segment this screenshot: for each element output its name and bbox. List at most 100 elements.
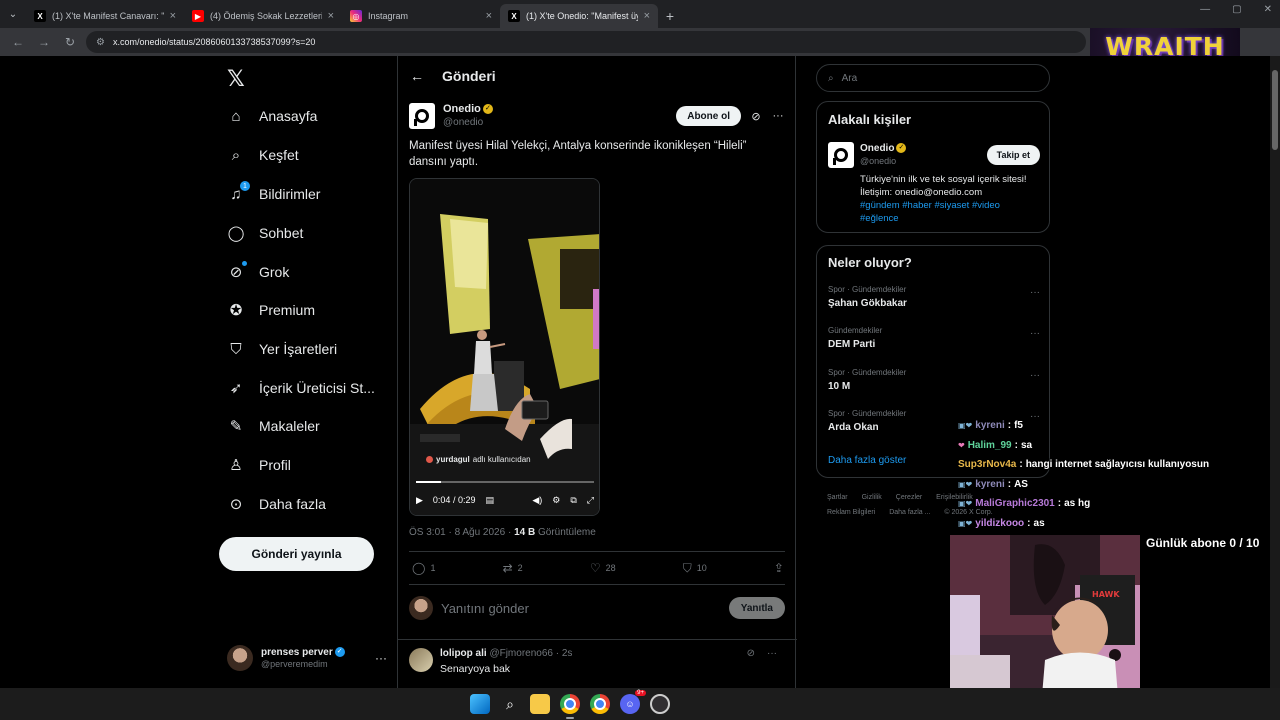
trend-item[interactable]: Spor · Gündemdekiler Şahan Gökbakar ··· <box>828 285 1040 313</box>
video-progress-bar[interactable] <box>416 481 594 483</box>
reply-input[interactable]: Yanıtını gönder <box>441 601 721 616</box>
tab-search-button[interactable]: ⌄ <box>0 0 26 28</box>
url-input[interactable]: ⚙ x.com/onedio/status/208606013373853709… <box>86 31 1086 53</box>
file-explorer-icon[interactable] <box>530 694 550 714</box>
account-switcher[interactable]: prenses perver ✓ @perveremedim ··· <box>227 642 387 674</box>
close-window-icon[interactable]: ✕ <box>1264 4 1272 15</box>
nav-item-premium[interactable]: ✪ Premium <box>227 296 315 324</box>
play-icon[interactable]: ▶ <box>416 495 423 506</box>
reply-action[interactable]: ◯ 1 <box>412 561 435 575</box>
footer-link[interactable]: Çerezler <box>896 494 922 501</box>
windows-start-icon[interactable] <box>470 694 490 714</box>
nav-item-explore[interactable]: ⌕ Keşfet <box>227 141 299 169</box>
show-more-link[interactable]: Daha fazla göster <box>828 455 906 466</box>
footer-link[interactable]: Daha fazla ... <box>889 509 930 516</box>
browser-tab[interactable]: X (1) X'te Manifest Canavarı: "Ne × <box>26 4 184 28</box>
nav-item-bookmarks[interactable]: ⛉ Yer İşaretleri <box>227 335 337 363</box>
browser-tab[interactable]: ◎ Instagram × <box>342 4 500 28</box>
chat-text: AS <box>1014 478 1028 490</box>
avatar[interactable] <box>409 648 433 672</box>
search-input[interactable]: ⌕ Ara <box>816 64 1050 92</box>
obs-icon[interactable] <box>650 694 670 714</box>
footer-link[interactable]: Gizlilik <box>862 494 882 501</box>
close-icon[interactable]: × <box>170 10 176 22</box>
video-player[interactable]: yurdagul adlı kullanıcıdan ▶ 0:04 / 0:29… <box>409 178 600 516</box>
more-icon[interactable]: ··· <box>771 110 785 122</box>
onedio-logo-icon[interactable] <box>409 103 435 129</box>
chrome-profile-icon[interactable] <box>590 694 610 714</box>
trend-name: 10 M <box>828 381 851 392</box>
page-scrollbar[interactable] <box>1270 56 1280 688</box>
more-icon[interactable]: ··· <box>767 648 777 659</box>
more-icon[interactable]: ··· <box>1030 370 1040 381</box>
nav-item-grok[interactable]: ⊘ Grok <box>227 258 289 286</box>
related-account[interactable]: Onedio ✓ @onedio Takip et <box>828 142 1040 168</box>
author-name[interactable]: Onedio <box>443 103 481 115</box>
nav-label: Keşfet <box>259 147 299 163</box>
trend-item[interactable]: Gündemdekiler DEM Parti ··· <box>828 326 1040 354</box>
nav-item-notifications[interactable]: ♫ 1 Bildirimler <box>227 180 320 208</box>
more-icon[interactable]: ··· <box>375 651 387 665</box>
bell-icon: ♫ 1 <box>227 181 250 203</box>
nav-item-articles[interactable]: ✎ Makaleler <box>227 412 320 440</box>
maximize-icon[interactable]: ▢ <box>1232 4 1241 15</box>
divider <box>409 584 785 585</box>
volume-icon[interactable]: ◀) <box>532 495 542 506</box>
grok-explain-icon[interactable]: ⊘ <box>749 110 763 123</box>
bookmark-action[interactable]: ⛉ 10 <box>683 561 707 576</box>
close-icon[interactable]: × <box>644 10 650 22</box>
browser-tab-active[interactable]: X (1) X'te Onedio: "Manifest üyes × <box>500 4 658 28</box>
grok-explain-icon[interactable]: ⊘ <box>747 648 755 659</box>
nav-item-creator-studio[interactable]: ➶ İçerik Üreticisi St... <box>227 374 375 402</box>
more-icon[interactable]: ··· <box>1030 328 1040 339</box>
author-handle[interactable]: @onedio <box>443 117 668 130</box>
scrollbar-thumb[interactable] <box>1272 70 1278 150</box>
reply-author-name[interactable]: lolipop ali <box>440 648 487 659</box>
new-tab-button[interactable]: + <box>658 4 682 28</box>
reply-post[interactable]: lolipop ali @Fjmoreno66 · 2s Senaryoya b… <box>409 646 785 686</box>
bio-hashtags[interactable]: #gündem #haber #siyaset #video #eğlence <box>860 199 1040 225</box>
chat-badges: ❤ <box>958 440 965 450</box>
close-icon[interactable]: × <box>486 10 492 22</box>
x-logo-icon[interactable]: 𝕏 <box>227 66 245 92</box>
minimize-icon[interactable]: — <box>1200 4 1210 15</box>
subscribe-button[interactable]: Abone ol <box>676 106 741 126</box>
post-timestamp[interactable]: ÖS 3:01 · 8 Ağu 2026 · <box>409 527 514 538</box>
follow-button[interactable]: Takip et <box>986 145 1040 165</box>
search-icon[interactable]: ⌕ <box>500 694 520 714</box>
settings-icon[interactable]: ⚙ <box>552 495 560 506</box>
share-action[interactable]: ⇪ <box>774 561 784 575</box>
onedio-logo-icon <box>828 142 854 168</box>
browser-tab[interactable]: ▶ (4) Ödemiş Sokak Lezzetleri | - × <box>184 4 342 28</box>
chrome-icon[interactable] <box>560 694 580 719</box>
footer-link[interactable]: Reklam Bilgileri <box>827 509 875 516</box>
discord-icon[interactable]: ☺ 9+ <box>620 690 646 714</box>
like-action[interactable]: ♡ 28 <box>590 561 616 575</box>
back-icon[interactable]: ← <box>8 32 28 52</box>
x-icon: X <box>34 10 46 22</box>
fullscreen-icon[interactable]: ⤢ <box>587 495 594 506</box>
chat-text: f5 <box>1014 420 1023 432</box>
nav-item-home[interactable]: ⌂ Anasayfa <box>227 102 317 130</box>
post-button[interactable]: Gönderi yayınla <box>219 537 374 571</box>
nav-item-profile[interactable]: ♙ Profil <box>227 451 291 479</box>
repost-action[interactable]: ⇄ 2 <box>503 561 523 575</box>
trend-item[interactable]: Spor · Gündemdekiler 10 M ··· <box>828 368 1040 396</box>
credit-user[interactable]: yurdagul <box>436 455 470 464</box>
more-icon[interactable]: ··· <box>1030 287 1040 298</box>
reload-icon[interactable]: ↻ <box>60 32 80 52</box>
close-icon[interactable]: × <box>328 10 334 22</box>
svg-text:HAWK: HAWK <box>1092 590 1120 599</box>
reply-button[interactable]: Yanıtla <box>728 597 785 619</box>
reply-author-line: lolipop ali @Fjmoreno66 · 2s <box>440 648 572 659</box>
nav-item-chat[interactable]: ◯ Sohbet <box>227 219 304 247</box>
reply-post-icons: ⊘ ··· <box>747 648 777 659</box>
back-arrow-icon[interactable]: ← <box>410 68 424 84</box>
captions-icon[interactable]: ▤ <box>485 495 494 506</box>
pip-icon[interactable]: ⧉ <box>570 495 576 506</box>
video-progress-fill <box>416 481 441 483</box>
site-info-icon[interactable]: ⚙ <box>96 37 105 48</box>
footer-link[interactable]: Şartlar <box>827 494 848 501</box>
nav-item-more[interactable]: ⊙ Daha fazla <box>227 490 326 518</box>
forward-icon[interactable]: → <box>34 32 54 52</box>
